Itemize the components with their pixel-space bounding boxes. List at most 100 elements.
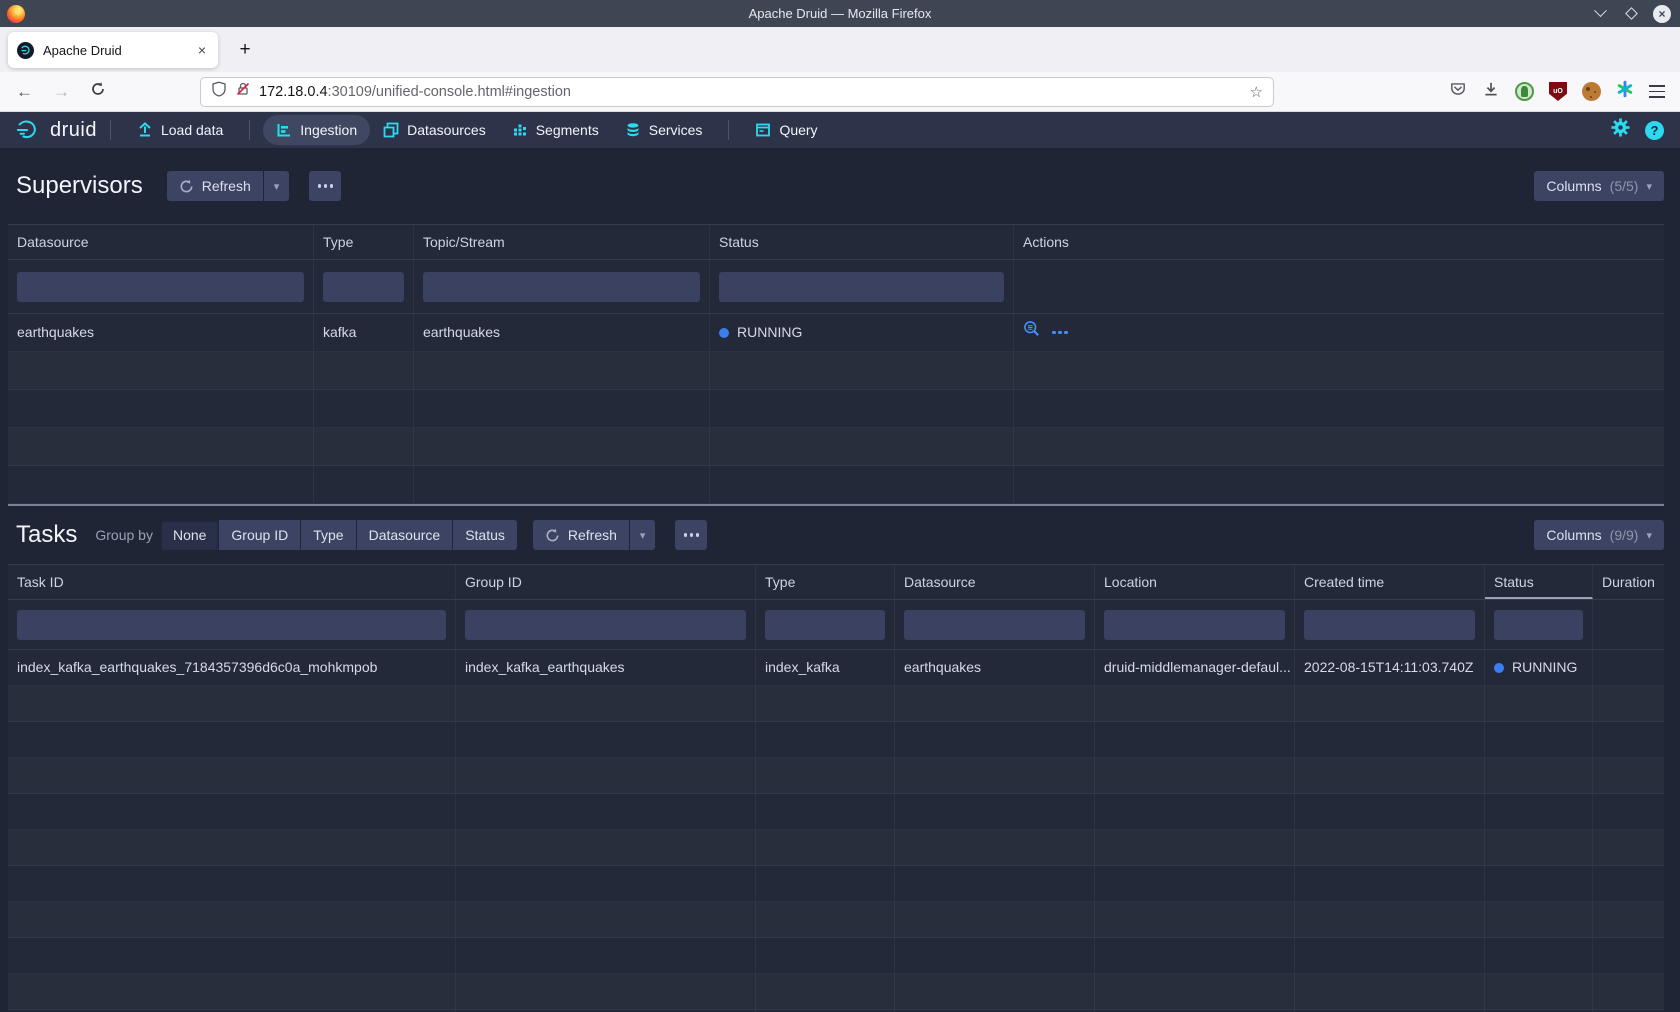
menu-icon[interactable] [1649,85,1665,97]
topic-stream-filter-input[interactable] [423,272,700,302]
forward-icon[interactable]: → [53,82,70,102]
status-filter-input[interactable] [719,272,1004,302]
refresh-label: Refresh [202,178,251,194]
group-by-datasource-button[interactable]: Datasource [357,520,453,550]
nav-services[interactable]: Services [612,115,716,145]
cell-created-time[interactable]: 2022-08-15T14:11:03.740Z [1295,650,1485,685]
status-filter-input[interactable] [1494,610,1583,640]
supervisors-more-button[interactable] [309,171,341,201]
datasource-filter-input[interactable] [904,610,1085,640]
column-header-topic-stream[interactable]: Topic/Stream [414,225,710,259]
ublock-origin-icon[interactable]: uO [1549,82,1567,101]
chevron-down-icon: ▾ [1646,180,1652,193]
tab-close-icon[interactable]: × [195,42,209,58]
datasources-icon [383,122,399,138]
group-by-button-group: None Group ID Type Datasource Status [161,520,517,550]
column-header-type[interactable]: Type [756,565,895,599]
supervisor-row[interactable]: earthquakes kafka earthquakes RUNNING [8,314,1664,352]
cell-datasource[interactable]: earthquakes [8,314,314,351]
empty-row [8,974,1664,1010]
cell-duration[interactable] [1593,650,1664,685]
brand-name: druid [50,119,97,142]
supervisors-table: Datasource Type Topic/Stream Status Acti… [8,224,1664,504]
supervisors-refresh-button[interactable]: Refresh [167,171,263,201]
empty-row [8,758,1664,794]
column-header-type[interactable]: Type [314,225,414,259]
reload-icon[interactable] [90,81,106,102]
tasks-columns-button[interactable]: Columns (9/9) ▾ [1534,520,1664,550]
column-header-actions[interactable]: Actions [1014,225,1664,259]
cell-status[interactable]: RUNNING [1485,650,1593,685]
shield-icon[interactable] [211,81,227,102]
location-filter-input[interactable] [1104,610,1285,640]
query-icon [755,122,771,138]
cell-location[interactable]: druid-middlemanager-defaul... [1095,650,1295,685]
supervisors-refresh-dropdown-button[interactable]: ▾ [264,171,290,201]
druid-logo[interactable]: druid [16,119,97,142]
help-icon[interactable]: ? [1645,121,1664,140]
cookie-extension-icon[interactable] [1582,82,1601,101]
nav-label: Services [649,122,703,138]
status-text: RUNNING [737,314,802,351]
cell-task-id[interactable]: index_kafka_earthquakes_7184357396d6c0a_… [8,650,456,685]
services-icon [625,122,641,138]
nav-label: Segments [536,122,599,138]
cell-status[interactable]: RUNNING [710,314,1014,351]
tasks-more-button[interactable] [675,520,707,550]
column-header-group-id[interactable]: Group ID [456,565,756,599]
supervisors-title: Supervisors [16,172,143,200]
refresh-icon [179,179,194,194]
group-by-none-button[interactable]: None [161,520,218,550]
extension-privacy-icon[interactable] [1515,82,1534,101]
nav-segments[interactable]: Segments [499,115,612,145]
tasks-refresh-dropdown-button[interactable]: ▾ [630,520,656,550]
new-tab-button[interactable]: + [230,35,260,65]
downloads-icon[interactable] [1482,80,1500,103]
group-id-filter-input[interactable] [465,610,746,640]
container-asterisk-icon[interactable] [1616,80,1634,103]
column-header-created-time[interactable]: Created time [1295,565,1485,599]
group-by-type-button[interactable]: Type [301,520,355,550]
group-by-group-id-button[interactable]: Group ID [219,520,300,550]
nav-load-data[interactable]: Load data [124,115,236,145]
nav-datasources[interactable]: Datasources [370,115,499,145]
url-text: 172.18.0.4:30109/unified-console.html#in… [259,84,571,100]
column-header-status-sorted[interactable]: Status [1485,565,1593,599]
column-header-datasource[interactable]: Datasource [8,225,314,259]
cell-type[interactable]: kafka [314,314,414,351]
cell-datasource[interactable]: earthquakes [895,650,1095,685]
empty-row [8,352,1664,390]
cell-type[interactable]: index_kafka [756,650,895,685]
supervisor-actions-more-icon[interactable] [1052,331,1068,335]
inspect-supervisor-icon[interactable] [1023,314,1040,351]
column-header-task-id[interactable]: Task ID [8,565,456,599]
tasks-refresh-button[interactable]: Refresh [533,520,629,550]
column-header-status[interactable]: Status [710,225,1014,259]
created-time-filter-input[interactable] [1304,610,1475,640]
cell-topic-stream[interactable]: earthquakes [414,314,710,351]
group-by-status-button[interactable]: Status [453,520,517,550]
back-icon[interactable]: ← [16,82,33,102]
tab-title: Apache Druid [43,43,195,58]
settings-gear-icon[interactable] [1611,118,1630,142]
column-header-location[interactable]: Location [1095,565,1295,599]
column-header-datasource[interactable]: Datasource [895,565,1095,599]
supervisors-columns-button[interactable]: Columns (5/5) ▾ [1534,171,1664,201]
type-filter-input[interactable] [323,272,404,302]
bookmark-star-icon[interactable]: ☆ [1250,83,1263,101]
nav-ingestion[interactable]: Ingestion [263,115,370,145]
refresh-label: Refresh [568,527,617,543]
task-row[interactable]: index_kafka_earthquakes_7184357396d6c0a_… [8,650,1664,686]
datasource-filter-input[interactable] [17,272,304,302]
pocket-icon[interactable] [1449,80,1467,103]
chevron-down-icon: ▾ [1646,529,1652,542]
column-header-duration[interactable]: Duration [1593,565,1664,599]
insecure-lock-icon[interactable] [235,81,251,102]
browser-tab-apache-druid[interactable]: Apache Druid × [8,32,218,68]
url-bar[interactable]: 172.18.0.4:30109/unified-console.html#in… [200,77,1274,107]
cell-group-id[interactable]: index_kafka_earthquakes [456,650,756,685]
nav-query[interactable]: Query [742,115,830,145]
chevron-down-icon: ▾ [640,529,646,542]
task-id-filter-input[interactable] [17,610,446,640]
type-filter-input[interactable] [765,610,885,640]
